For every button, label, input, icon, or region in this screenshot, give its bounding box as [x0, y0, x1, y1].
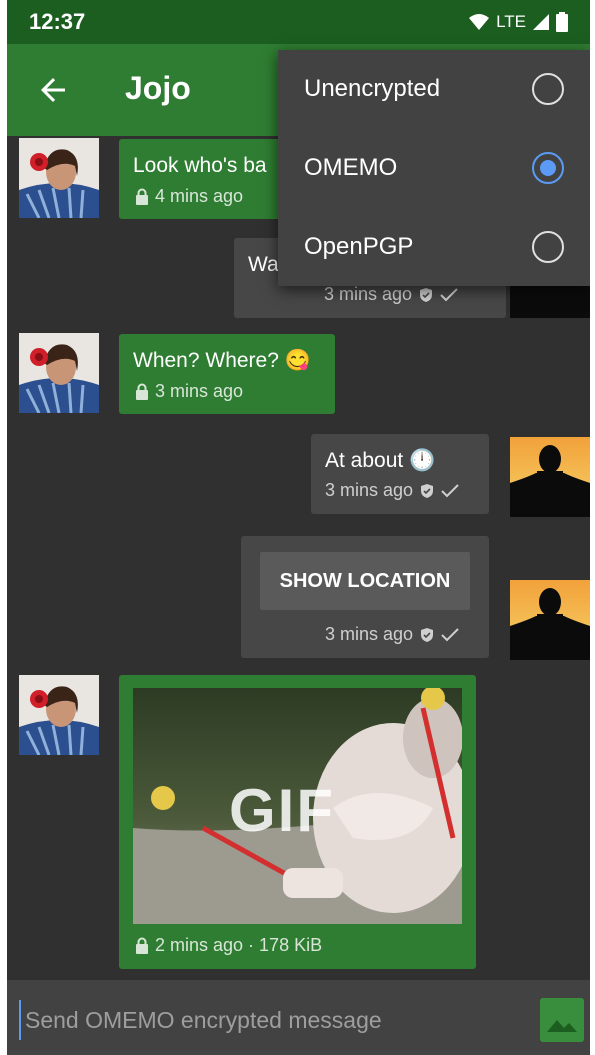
contact-avatar[interactable] [19, 675, 99, 755]
arrow-left-icon[interactable] [35, 72, 71, 108]
battery-icon [556, 12, 568, 32]
message-bubble-incoming[interactable]: When? Where? 😋 3 mins ago [119, 334, 335, 414]
show-location-button[interactable]: SHOW LOCATION [260, 552, 470, 610]
message-bubble-incoming[interactable]: Look who's ba 4 mins ago [119, 139, 290, 219]
lock-icon [136, 188, 148, 205]
signal-icon [533, 14, 549, 30]
contact-avatar[interactable] [19, 138, 99, 218]
message-time: 3 mins ago [155, 381, 244, 401]
wifi-icon [469, 14, 490, 30]
check-icon [441, 483, 459, 497]
my-avatar[interactable] [510, 580, 590, 660]
check-icon [441, 627, 459, 641]
radio-unencrypted[interactable] [532, 73, 564, 105]
message-meta: 2 mins ago · 178 KiB [135, 935, 322, 956]
menu-item-label: OpenPGP [304, 233, 414, 260]
image-icon[interactable] [540, 998, 584, 1042]
status-bar: 12:37 LTE [7, 0, 590, 44]
message-text: When? Where? 😋 [133, 349, 311, 372]
message-meta: 3 mins ago [135, 381, 243, 402]
lock-icon [136, 383, 148, 400]
chat-screen: 12:37 LTE Jojo Look who's ba 4 mins ago [7, 0, 590, 1055]
message-time: 4 mins ago [155, 186, 244, 206]
menu-item-label: Unencrypted [304, 75, 441, 102]
gif-image[interactable]: GIF [133, 688, 462, 924]
menu-item-unencrypted[interactable]: Unencrypted [278, 50, 590, 128]
gif-label: GIF [229, 777, 335, 844]
message-time: 3 mins ago [324, 284, 413, 304]
menu-item-omemo[interactable]: OMEMO [278, 129, 590, 207]
check-icon [440, 287, 458, 301]
menu-item-openpgp[interactable]: OpenPGP [278, 208, 590, 286]
network-type: LTE [496, 12, 526, 31]
radio-openpgp[interactable] [532, 231, 564, 263]
message-meta: 3 mins ago [325, 480, 459, 501]
message-input[interactable] [19, 1000, 519, 1040]
message-text: Wa [248, 253, 279, 276]
shield-check-icon [421, 483, 434, 498]
message-time: 2 mins ago · 178 KiB [155, 935, 323, 955]
shield-check-icon [421, 627, 434, 642]
message-text: Look who's ba [133, 154, 267, 177]
status-icons: LTE [468, 12, 568, 32]
composer [7, 980, 590, 1055]
contact-title: Jojo [125, 70, 191, 106]
lock-icon [136, 937, 148, 954]
contact-avatar[interactable] [19, 333, 99, 413]
message-time: 3 mins ago [325, 480, 414, 500]
message-meta: 3 mins ago [325, 624, 459, 645]
message-meta: 4 mins ago [135, 186, 243, 207]
shield-check-icon [420, 287, 433, 302]
message-time: 3 mins ago [325, 624, 414, 644]
my-avatar[interactable] [510, 437, 590, 517]
message-text: At about 🕛 [325, 449, 436, 472]
menu-item-label: OMEMO [304, 154, 398, 181]
message-bubble-outgoing[interactable]: At about 🕛 3 mins ago [311, 434, 489, 514]
status-time: 12:37 [29, 9, 86, 34]
encryption-menu: Unencrypted OMEMO OpenPGP [278, 50, 590, 286]
radio-omemo[interactable] [532, 152, 564, 184]
message-meta: 3 mins ago [324, 284, 458, 305]
